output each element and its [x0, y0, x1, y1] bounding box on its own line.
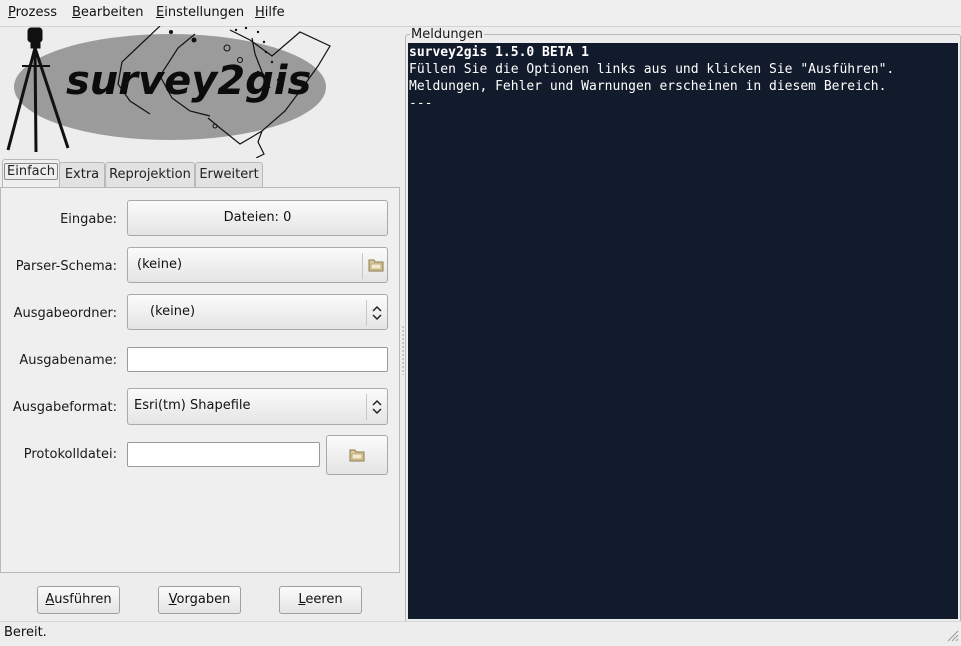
- tab-einfach[interactable]: Einfach: [2, 159, 60, 188]
- chevron-updown-icon: [371, 304, 383, 322]
- console-line: ---: [409, 96, 433, 111]
- ausgabeordner-label: Ausgabeordner:: [13, 306, 117, 321]
- statusbar: Bereit.: [0, 621, 961, 644]
- status-text: Bereit.: [4, 625, 47, 640]
- defaults-button[interactable]: Vorgaben: [158, 586, 241, 614]
- folder-icon: [368, 258, 384, 276]
- folder-icon: [349, 448, 365, 466]
- run-button[interactable]: Ausführen: [37, 586, 120, 614]
- menu-prozess[interactable]: Prozess: [8, 5, 57, 20]
- messages-console[interactable]: survey2gis 1.5.0 BETA 1 Füllen Sie die O…: [408, 43, 958, 619]
- ausgabeformat-label: Ausgabeformat:: [12, 400, 117, 415]
- tab-reprojektion[interactable]: Reprojektion: [105, 162, 195, 187]
- resize-grip-icon[interactable]: [945, 628, 959, 642]
- console-line: Meldungen, Fehler und Warnungen erschein…: [409, 79, 887, 94]
- messages-frame-label: Meldungen: [410, 27, 485, 42]
- logo-text: survey2gis: [66, 58, 311, 104]
- menubar: Prozess Bearbeiten Einstellungen Hilfe: [0, 0, 961, 27]
- log-file-field[interactable]: [127, 442, 320, 467]
- input-files-button[interactable]: Dateien: 0: [127, 200, 388, 236]
- menu-einstellungen[interactable]: Einstellungen: [156, 5, 244, 20]
- protokolldatei-label: Protokolldatei:: [23, 447, 117, 462]
- tab-erweitert[interactable]: Erweitert: [195, 162, 263, 187]
- tab-bar: Einfach Extra Reprojektion Erweitert: [0, 158, 400, 188]
- console-line: Füllen Sie die Optionen links aus und kl…: [409, 62, 895, 77]
- output-format-value: Esri(tm) Shapefile: [134, 398, 251, 413]
- output-folder-combo[interactable]: (keine): [127, 294, 388, 330]
- logo-banner: survey2gis: [0, 26, 400, 158]
- output-format-combo[interactable]: Esri(tm) Shapefile: [127, 388, 388, 425]
- eingabe-label: Eingabe:: [60, 212, 117, 227]
- parser-schema-chooser[interactable]: (keine): [127, 247, 388, 283]
- menu-hilfe[interactable]: Hilfe: [255, 5, 285, 20]
- clear-button[interactable]: Leeren: [279, 586, 362, 614]
- output-name-field[interactable]: [127, 347, 388, 372]
- console-line: survey2gis 1.5.0 BETA 1: [409, 45, 590, 60]
- ausgabename-label: Ausgabename:: [19, 353, 117, 368]
- parser-schema-label: Parser-Schema:: [15, 259, 117, 274]
- tab-panel-einfach: Eingabe: Dateien: 0 Parser-Schema: (kein…: [0, 187, 400, 573]
- log-file-browse-button[interactable]: [326, 435, 388, 475]
- menu-bearbeiten[interactable]: Bearbeiten: [72, 5, 143, 20]
- parser-schema-value: (keine): [137, 257, 183, 272]
- tab-extra[interactable]: Extra: [59, 162, 105, 187]
- chevron-updown-icon: [371, 398, 383, 416]
- output-folder-value: (keine): [150, 304, 196, 319]
